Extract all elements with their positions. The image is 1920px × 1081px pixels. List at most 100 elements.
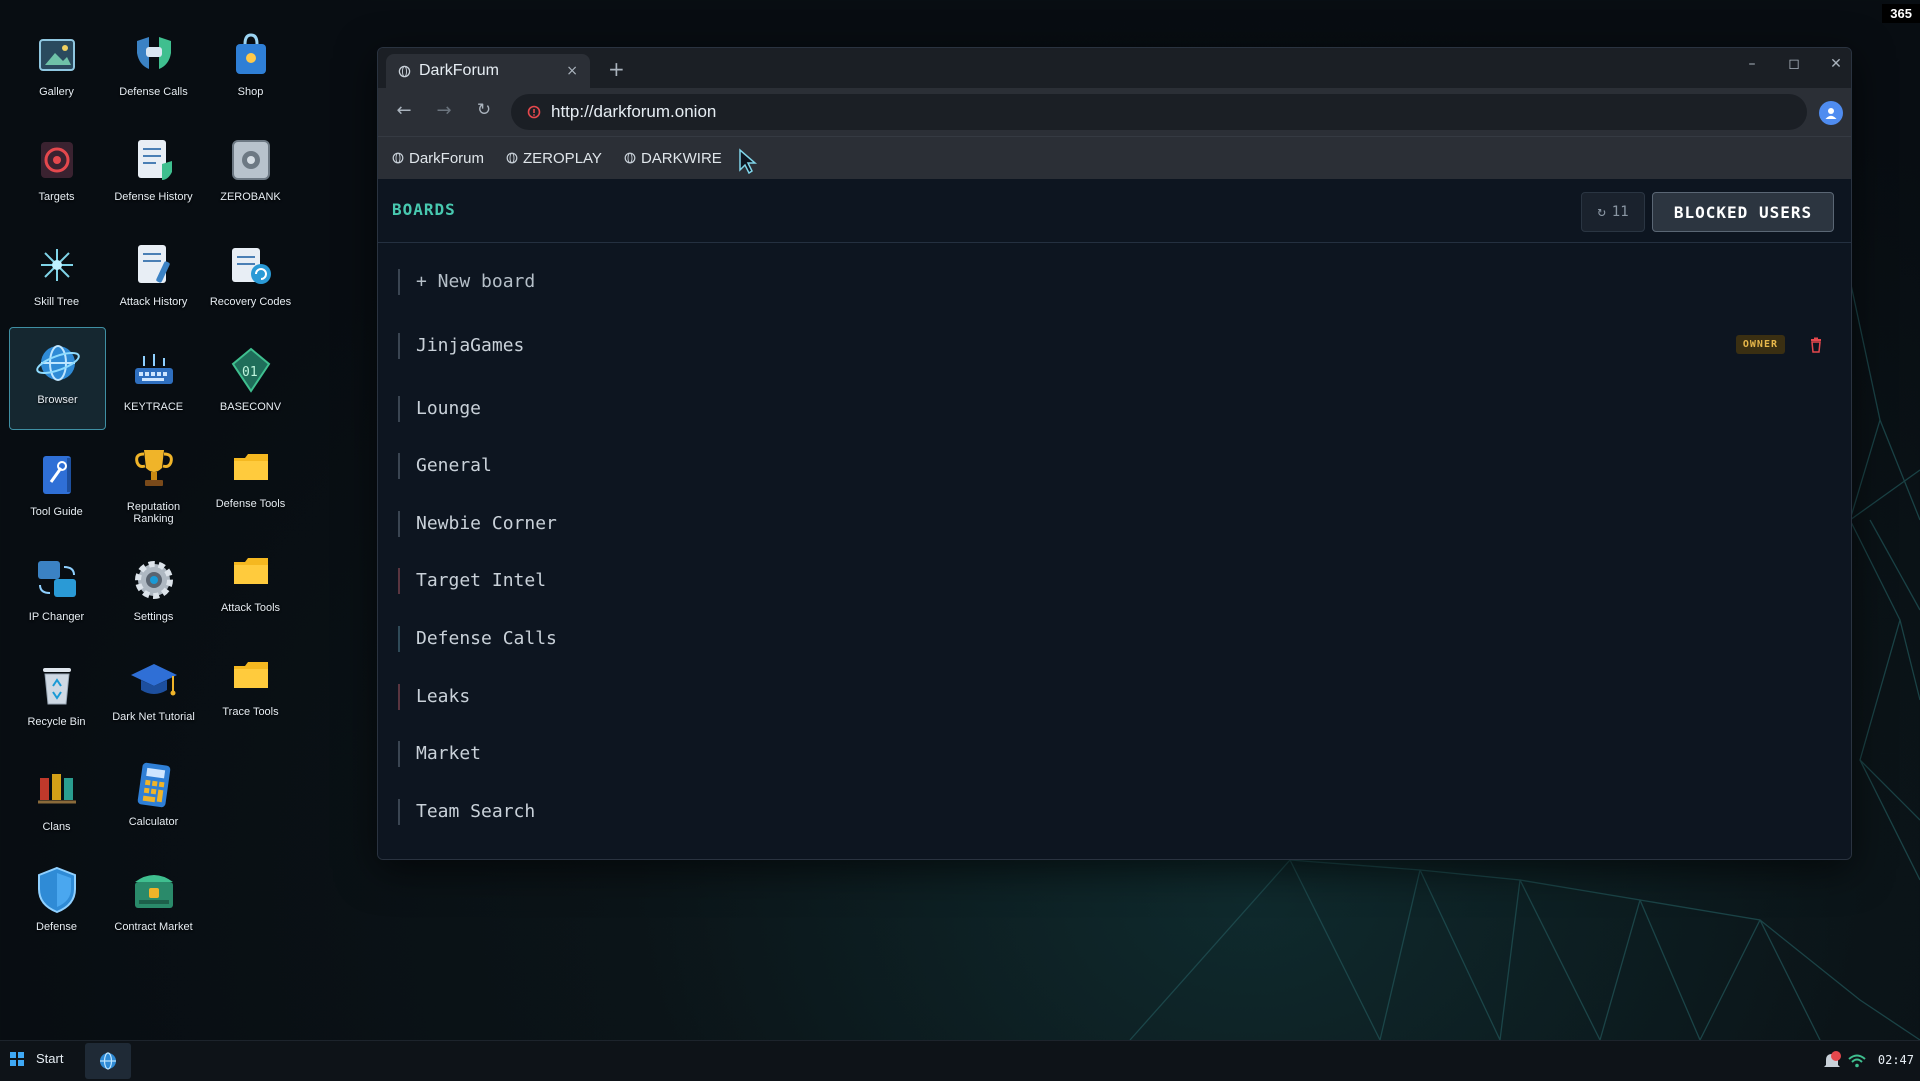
board-accent-bar [398,568,400,595]
svg-text:01: 01 [242,365,258,380]
page-title: BOARDS [392,200,456,219]
board-accent-bar [398,683,400,710]
profile-avatar-icon[interactable] [1819,101,1843,125]
desktop-icon-defense-history[interactable]: Defense History [106,125,201,225]
bookmark-darkwire[interactable]: DARKWIRE [624,150,722,167]
folder-icon [226,546,276,596]
back-arrow-icon[interactable]: ← [392,100,416,121]
desktop-icon-label: KEYTRACE [123,401,184,413]
desktop-icon-attack-tools[interactable]: Attack Tools [203,536,298,636]
globe-icon [398,65,411,77]
trash-icon[interactable] [1809,337,1823,353]
desktop-icon-targets[interactable]: Targets [9,125,104,225]
recycle-bin-icon [32,660,82,710]
close-tab-icon[interactable]: × [566,63,578,79]
maximize-icon[interactable]: ◻ [1779,56,1809,72]
refresh-count: 11 [1611,204,1629,220]
gallery-icon [32,30,82,80]
desktop-icon-label: Calculator [128,816,179,828]
tab-darkforum[interactable]: DarkForum × [386,54,590,88]
keyboard-icon [129,345,179,395]
desktop-icon-keytrace[interactable]: KEYTRACE [106,335,201,435]
desktop-icon-defense-calls[interactable]: Defense Calls [106,20,201,120]
desktop-icon-label: ZEROBANK [220,191,281,203]
desktop-icon-clans[interactable]: Clans [9,755,104,855]
desktop-icon-zerobank[interactable]: ZEROBANK [203,125,298,225]
notification-bell-icon[interactable] [1822,1051,1842,1075]
graduation-cap-icon [129,655,179,705]
trophy-icon [129,445,179,495]
browser-window: DarkForum × + – ◻ ✕ ← → ↻ http://darkfor… [377,47,1852,860]
desktop-icon-recovery-codes[interactable]: Recovery Codes [203,230,298,330]
desktop-icon-label: Clans [42,821,71,833]
desktop-icon-reputation-ranking[interactable]: Reputation Ranking [106,435,201,535]
desktop-icon-dark-net-tutorial[interactable]: Dark Net Tutorial [106,645,201,745]
bookmark-darkforum[interactable]: DarkForum [392,150,484,167]
folder-icon [226,442,276,492]
address-bar[interactable]: http://darkforum.onion [511,94,1807,130]
reload-icon[interactable]: ↻ [472,100,496,120]
board-accent-bar [398,332,400,359]
forward-arrow-icon[interactable]: → [432,100,456,121]
desktop-icon-label: Defense Tools [215,498,286,510]
document-pen-icon [129,240,179,290]
board-name: Market [416,743,482,765]
board-item-market[interactable]: Market [398,741,1833,799]
desktop-icon-gallery[interactable]: Gallery [9,20,104,120]
board-item-target-intel[interactable]: Target Intel [398,568,1833,626]
desktop-icon-recycle-bin[interactable]: Recycle Bin [9,650,104,750]
board-item-general[interactable]: General [398,453,1833,511]
owner-badge: OWNER [1735,334,1785,354]
refresh-icon: ↻ [1597,204,1606,220]
desktop-icon-label: BASECONV [219,401,282,413]
board-accent-bar [398,453,400,480]
not-secure-warning-icon [527,105,541,119]
refresh-button[interactable]: ↻ 11 [1581,192,1645,232]
desktop-icon-shop[interactable]: Shop [203,20,298,120]
globe-icon [506,152,518,164]
desktop-icon-label: Defense History [114,191,193,203]
desktop-icon-label: Attack Tools [220,602,281,614]
desktop-icon-settings[interactable]: Settings [106,545,201,645]
board-accent-bar [398,269,400,295]
blocked-users-button[interactable]: BLOCKED USERS [1652,192,1834,232]
desktop-icon-ip-changer[interactable]: IP Changer [9,545,104,645]
new-tab-button[interactable]: + [608,57,625,81]
board-accent-bar [398,395,400,422]
desktop-icon-attack-history[interactable]: Attack History [106,230,201,330]
board-item-newbie-corner[interactable]: Newbie Corner [398,510,1833,569]
desktop-icon-skill-tree[interactable]: Skill Tree [9,230,104,330]
desktop-icon-defense[interactable]: Defense [9,855,104,955]
bookmark-zeroplay[interactable]: ZEROPLAY [506,150,602,167]
board-name: Defense Calls [416,627,557,649]
desktop-icon-baseconv[interactable]: 01 BASECONV [203,335,298,435]
new-board-button[interactable]: + New board [398,269,1833,327]
desktop-icon-defense-tools[interactable]: Defense Tools [203,432,298,532]
desktop-icon-trace-tools[interactable]: Trace Tools [203,640,298,740]
desktop-icon-label: IP Changer [28,611,85,623]
desktop-icon-contract-market[interactable]: Contract Market [106,855,201,955]
url-text: http://darkforum.onion [551,102,717,121]
board-item-leaks[interactable]: Leaks [398,683,1833,742]
desktop-icon-label: Shop [237,86,264,98]
desktop-icon-label: Dark Net Tutorial [112,711,195,723]
taskbar-browser-button[interactable] [85,1043,131,1079]
board-item-team-search[interactable]: Team Search [398,798,1833,857]
new-board-label: + New board [416,271,536,292]
clan-banners-icon [32,765,82,815]
desktop-icon-label: Targets [38,191,75,203]
close-window-icon[interactable]: ✕ [1821,56,1851,72]
board-item-jinjagames[interactable]: JinjaGames OWNER [398,332,1833,396]
forum-page: BOARDS ↻ 11 BLOCKED USERS + New board Ji… [378,179,1851,859]
minimize-icon[interactable]: – [1737,56,1767,72]
board-name: Lounge [416,397,482,419]
board-item-defense-calls[interactable]: Defense Calls [398,625,1833,684]
board-item-lounge[interactable]: Lounge [398,395,1833,454]
desktop-icon-calculator[interactable]: Calculator [106,750,201,850]
desktop-icon-tool-guide[interactable]: Tool Guide [9,440,104,540]
target-icon [32,135,82,185]
start-button[interactable]: Start [10,1051,63,1066]
mouse-cursor-icon [739,148,758,174]
desktop-icon-browser[interactable]: Browser [9,327,106,430]
wifi-icon[interactable] [1848,1053,1866,1072]
